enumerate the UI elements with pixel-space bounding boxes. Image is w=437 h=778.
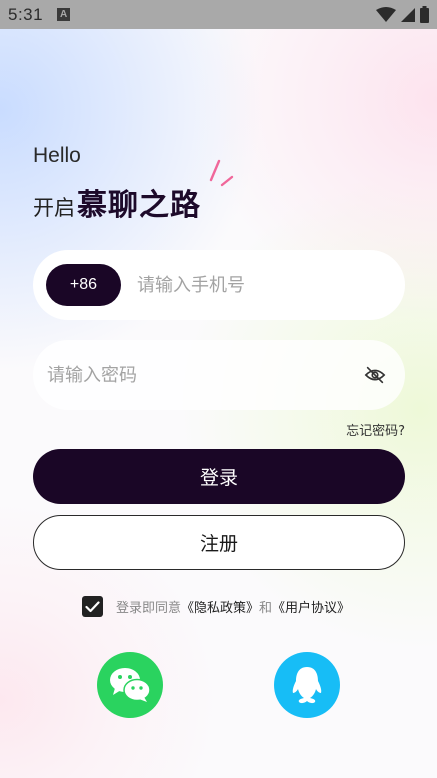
eye-hidden-icon[interactable] <box>364 364 386 386</box>
phone-input[interactable] <box>137 274 387 296</box>
sparkle-decoration-icon <box>209 159 234 187</box>
privacy-policy-link[interactable]: 《隐私政策》 <box>181 597 259 616</box>
status-bar: 5:31 A <box>0 0 437 29</box>
password-field <box>33 340 405 410</box>
wechat-icon <box>110 668 151 702</box>
status-time: 5:31 <box>8 4 44 24</box>
brand-name: 慕聊之路 <box>77 188 201 223</box>
qq-login-button[interactable] <box>274 652 340 718</box>
login-button[interactable]: 登录 <box>33 449 405 504</box>
agreement-prefix: 登录即同意 <box>116 601 182 616</box>
phone-field: +86 <box>33 250 405 320</box>
slogan: 开启 慕聊之路 <box>33 180 201 224</box>
battery-icon <box>420 6 429 23</box>
status-icons <box>376 6 429 23</box>
register-button[interactable]: 注册 <box>33 515 405 570</box>
password-input[interactable] <box>47 364 337 386</box>
slogan-prefix: 开启 <box>33 196 75 220</box>
qq-icon <box>292 667 322 704</box>
forgot-password-link[interactable]: 忘记密码? <box>346 420 405 439</box>
agreement-and: 和 <box>259 601 273 616</box>
a-icon: A <box>57 8 71 21</box>
check-icon <box>85 600 100 612</box>
wechat-login-button[interactable] <box>97 652 163 718</box>
wifi-icon <box>376 6 396 22</box>
hello-text: Hello <box>33 144 81 167</box>
agreement-row: 登录即同意 《隐私政策》 和 《用户协议》 <box>82 596 350 617</box>
agreement-checkbox[interactable] <box>82 596 103 617</box>
country-code-button[interactable]: +86 <box>46 264 121 306</box>
user-agreement-link[interactable]: 《用户协议》 <box>272 597 350 616</box>
signal-icon <box>401 7 415 22</box>
